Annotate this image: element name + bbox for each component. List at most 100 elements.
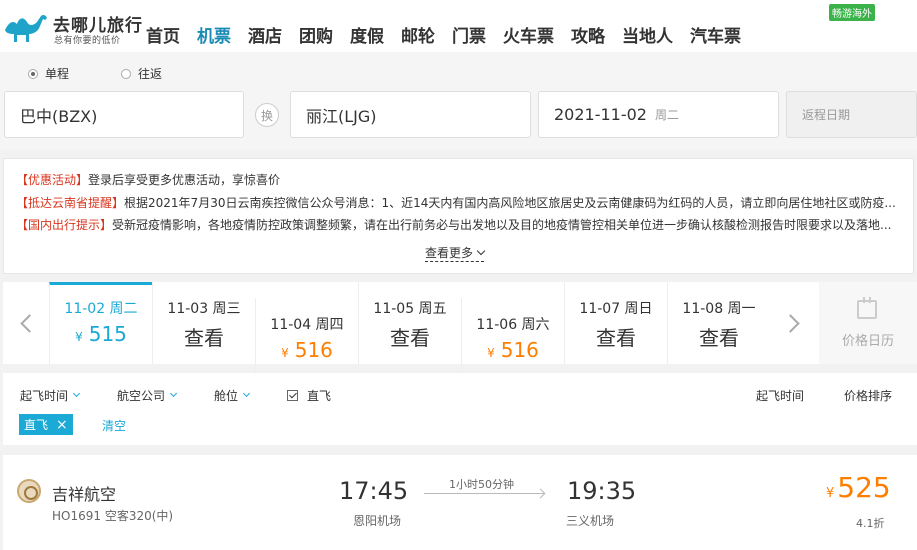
clear-filters-link[interactable]: 清空 bbox=[102, 417, 126, 434]
date-label: 11-02 周二 bbox=[64, 301, 138, 317]
direct-checkbox[interactable]: 直飞 bbox=[287, 387, 331, 404]
radio-unchecked-icon bbox=[121, 68, 131, 79]
from-city-input[interactable]: 巴中(BZX) bbox=[4, 91, 244, 138]
direct-checkbox-label: 直飞 bbox=[307, 389, 332, 403]
date-cell[interactable]: 11-08 周一 查看 bbox=[667, 282, 770, 364]
close-icon[interactable]: × bbox=[56, 417, 68, 433]
from-city-value: 巴中(BZX) bbox=[20, 106, 98, 126]
calendar-icon bbox=[857, 297, 877, 319]
nav-home[interactable]: 首页 bbox=[146, 22, 180, 47]
price-calendar-label: 价格日历 bbox=[841, 334, 894, 349]
date-view-label: 查看 bbox=[699, 326, 739, 350]
depart-date-value: 2021-11-02 bbox=[554, 105, 647, 124]
swap-cities-button[interactable]: 换 bbox=[255, 103, 279, 127]
depart-time: 17:45 bbox=[339, 477, 409, 505]
to-city-value: 丽江(LJG) bbox=[306, 106, 377, 126]
date-cell[interactable]: 11-05 周五 查看 bbox=[358, 282, 461, 364]
flight-duration: 1小时50分钟 bbox=[449, 478, 514, 491]
airline-logo-icon bbox=[17, 479, 41, 503]
depart-time-filter[interactable]: 起飞时间 bbox=[20, 387, 81, 404]
nav-guides[interactable]: 攻略 bbox=[571, 22, 605, 47]
nav-hotels[interactable]: 酒店 bbox=[248, 22, 282, 47]
depart-airport: 恩阳机场 bbox=[353, 514, 402, 528]
airline-filter[interactable]: 航空公司 bbox=[117, 387, 178, 404]
flight-result-row[interactable]: 吉祥航空 HO1691 空客320(中) 17:45 恩阳机场 1小时50分钟 … bbox=[3, 455, 917, 550]
qunar-logo[interactable]: 去哪儿旅行 总有你要的低价 bbox=[3, 8, 143, 46]
nav-flights[interactable]: 机票 bbox=[197, 22, 231, 47]
nav-locals[interactable]: 当地人 bbox=[622, 22, 673, 47]
sort-price[interactable]: 价格排序 bbox=[844, 387, 892, 404]
notice-tag: 【抵达云南省提醒】 bbox=[16, 196, 125, 210]
chip-label: 直飞 bbox=[24, 418, 49, 432]
nav-tickets[interactable]: 门票 bbox=[452, 22, 486, 47]
date-view-label: 查看 bbox=[390, 326, 430, 350]
nav-group-buy[interactable]: 团购 bbox=[299, 22, 333, 47]
nav-vacation[interactable]: 度假 bbox=[350, 22, 384, 47]
see-more-label: 查看更多 bbox=[425, 246, 474, 260]
notice-tag: 【国内出行提示】 bbox=[16, 218, 113, 232]
date-cell[interactable]: 11-07 周日 查看 bbox=[564, 282, 667, 364]
date-price: ¥516 bbox=[487, 338, 539, 362]
promo-badge[interactable]: 畅游海外 bbox=[829, 4, 875, 21]
date-view-label: 查看 bbox=[184, 326, 224, 350]
date-label: 11-05 周五 bbox=[373, 301, 447, 317]
notice-panel: 【优惠活动】登录后享受更多优惠活动，享惊喜价 【抵达云南省提醒】根据2021年7… bbox=[3, 158, 914, 274]
return-date-placeholder: 返程日期 bbox=[802, 108, 851, 122]
depart-time-filter-label: 起飞时间 bbox=[20, 389, 69, 403]
cabin-filter-label: 舱位 bbox=[214, 389, 239, 403]
radio-checked-icon bbox=[28, 68, 38, 79]
nav-train[interactable]: 火车票 bbox=[503, 22, 554, 47]
nav-bus[interactable]: 汽车票 bbox=[690, 22, 741, 47]
nav-cruise[interactable]: 邮轮 bbox=[401, 22, 435, 47]
checkbox-checked-icon bbox=[287, 390, 298, 401]
airline-filter-label: 航空公司 bbox=[117, 389, 166, 403]
site-header: 去哪儿旅行 总有你要的低价 首页 机票 酒店 团购 度假 邮轮 门票 火车票 攻… bbox=[0, 0, 917, 52]
sort-depart-time-label: 起飞时间 bbox=[756, 389, 805, 403]
notice-yunnan[interactable]: 【抵达云南省提醒】根据2021年7月30日云南疾控微信公众号消息：1、近14天内… bbox=[16, 194, 896, 211]
prev-dates-button[interactable] bbox=[3, 282, 49, 364]
notice-promo[interactable]: 【优惠活动】登录后享受更多优惠活动，享惊喜价 bbox=[16, 171, 896, 188]
arrive-time: 19:35 bbox=[567, 477, 637, 505]
duration-arrow-icon bbox=[424, 493, 544, 494]
airline-name: 吉祥航空 bbox=[52, 485, 117, 504]
date-label: 11-08 周一 bbox=[682, 301, 756, 317]
brand-slogan: 总有你要的低价 bbox=[54, 36, 121, 46]
date-cell[interactable]: 11-03 周三 查看 bbox=[152, 282, 255, 364]
return-date-input[interactable]: 返程日期 bbox=[786, 91, 917, 138]
chevron-down-icon bbox=[169, 389, 178, 398]
chevron-left-icon bbox=[19, 313, 39, 333]
one-way-radio[interactable]: 单程 bbox=[28, 65, 69, 82]
price-calendar-button[interactable]: 价格日历 bbox=[819, 282, 917, 364]
date-label: 11-04 周四 bbox=[270, 317, 344, 333]
to-city-input[interactable]: 丽江(LJG) bbox=[290, 91, 531, 138]
notice-text: 根据2021年7月30日云南疾控微信公众号消息：1、近14天内有国内高风险地区旅… bbox=[124, 196, 896, 210]
chevron-right-icon bbox=[780, 313, 800, 333]
depart-date-input[interactable]: 2021-11-02 周二 bbox=[538, 91, 779, 138]
cabin-filter[interactable]: 舱位 bbox=[214, 387, 251, 404]
filter-bar: 起飞时间 航空公司 舱位 直飞 起飞时间 价格排序 直飞 × 清空 bbox=[3, 373, 917, 445]
sort-depart-time[interactable]: 起飞时间 bbox=[756, 387, 804, 404]
date-cell[interactable]: 11-04 周四 ¥516 bbox=[255, 298, 358, 380]
date-cell[interactable]: 11-06 周六 ¥516 bbox=[461, 298, 564, 380]
chevron-down-icon bbox=[476, 246, 486, 256]
date-label: 11-03 周三 bbox=[167, 301, 241, 317]
date-cell[interactable]: 11-02 周二 ¥515 bbox=[49, 282, 152, 364]
flight-search-form: 单程 往返 巴中(BZX) 换 丽江(LJG) 2021-11-02 周二 返程… bbox=[0, 52, 917, 150]
notice-domestic[interactable]: 【国内出行提示】受新冠疫情影响，各地疫情防控政策调整频繁，请在出行前务必与出发地… bbox=[16, 216, 896, 233]
date-view-label: 查看 bbox=[596, 326, 636, 350]
next-dates-button[interactable] bbox=[770, 282, 816, 364]
sort-price-label: 价格排序 bbox=[844, 389, 893, 403]
date-price: ¥516 bbox=[281, 338, 333, 362]
camel-logo-icon bbox=[5, 14, 47, 42]
main-nav: 首页 机票 酒店 团购 度假 邮轮 门票 火车票 攻略 当地人 汽车票 bbox=[146, 22, 758, 47]
see-more-link[interactable]: 查看更多 bbox=[425, 244, 486, 262]
flight-number: HO1691 空客320(中) bbox=[52, 509, 174, 523]
arrive-airport: 三义机场 bbox=[566, 514, 615, 528]
flight-price[interactable]: ¥525 bbox=[826, 471, 891, 504]
notice-tag: 【优惠活动】 bbox=[16, 173, 89, 187]
date-price-bar: 11-02 周二 ¥515 11-03 周三 查看 11-04 周四 ¥516 … bbox=[3, 282, 917, 380]
round-trip-radio[interactable]: 往返 bbox=[121, 65, 162, 82]
active-filter-chip[interactable]: 直飞 × bbox=[19, 414, 73, 435]
date-label: 11-06 周六 bbox=[476, 317, 550, 333]
date-label: 11-07 周日 bbox=[579, 301, 653, 317]
